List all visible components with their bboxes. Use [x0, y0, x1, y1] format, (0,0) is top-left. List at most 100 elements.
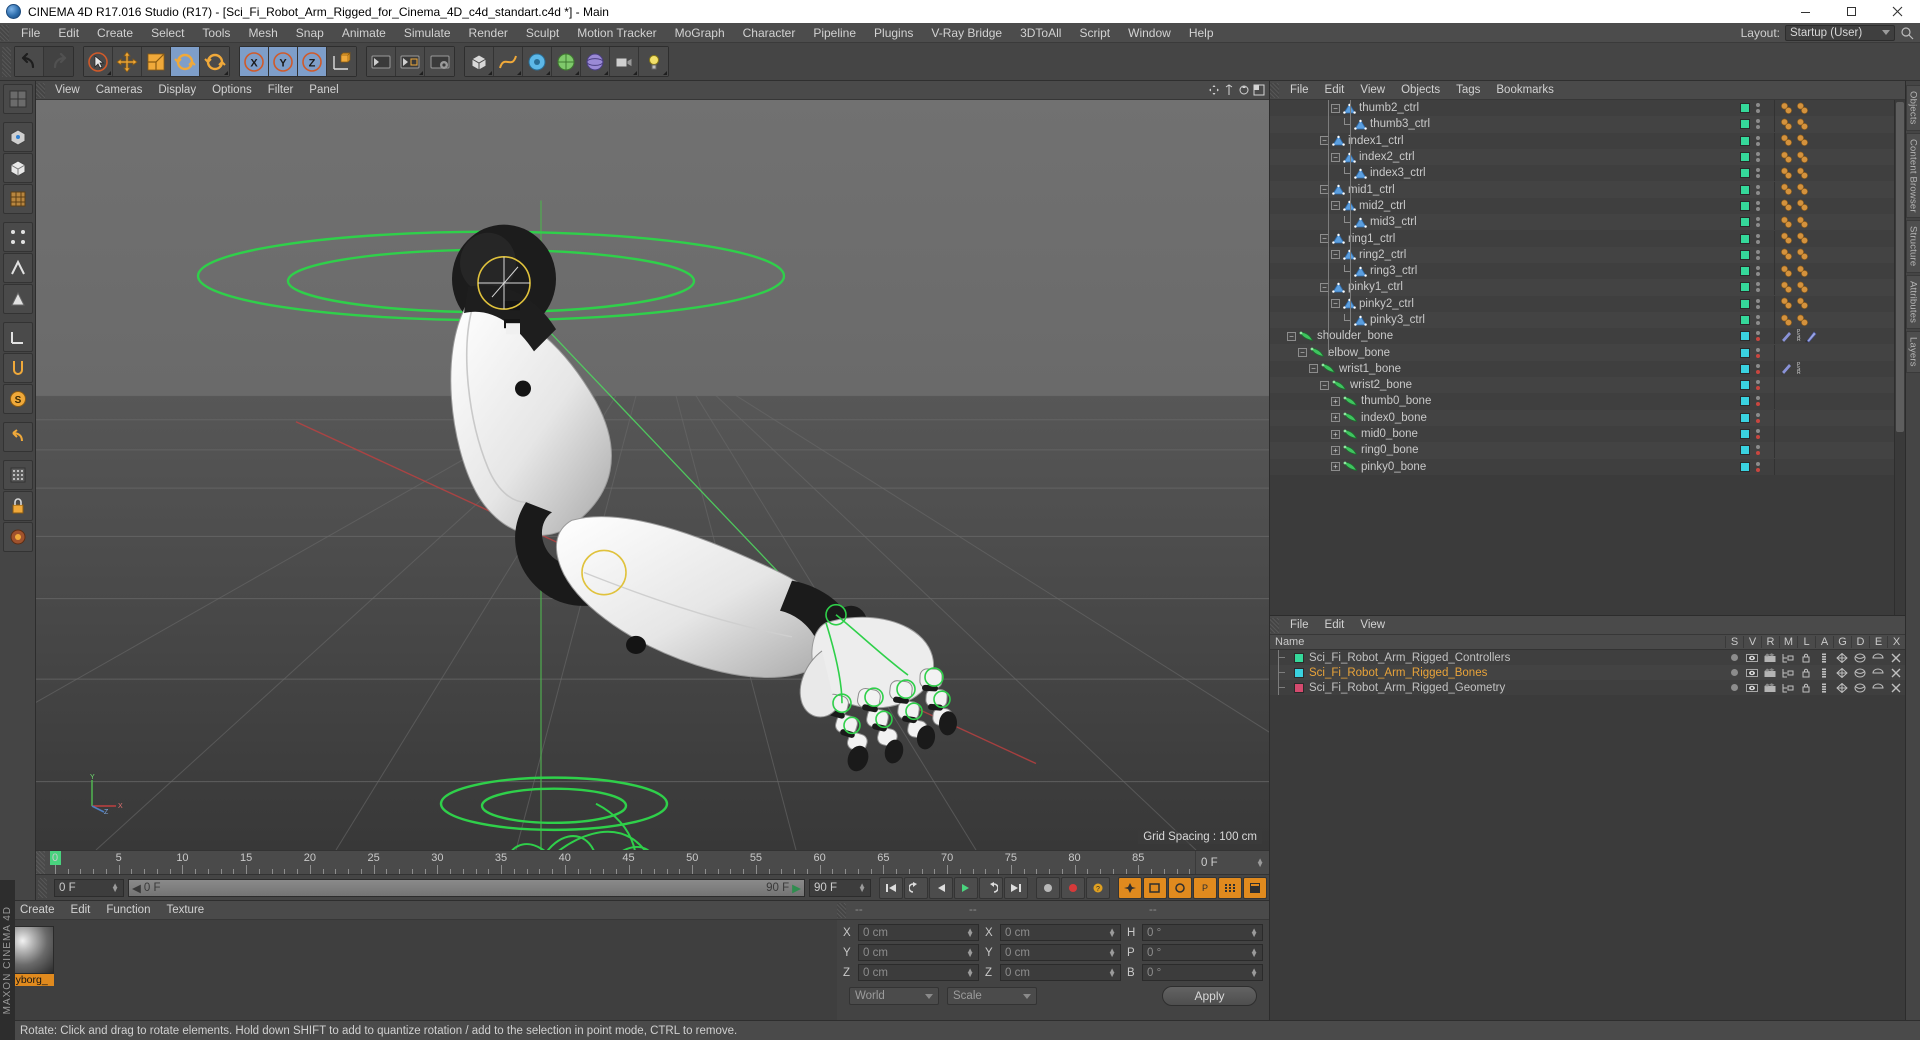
add-deformer-button[interactable] — [552, 47, 581, 76]
object-tag-column[interactable] — [1774, 458, 1894, 475]
tool-overflow-corner[interactable] — [224, 71, 228, 75]
object-tag-column[interactable] — [1774, 263, 1894, 280]
orange-ball-tag-icon[interactable] — [1796, 248, 1809, 261]
menu-vray-bridge[interactable]: V-Ray Bridge — [922, 23, 1011, 43]
undo-view-button[interactable] — [2, 422, 33, 452]
layer-table-body[interactable]: Sci_Fi_Robot_Arm_Rigged_Controllers Sci_… — [1270, 650, 1905, 695]
zoom-view-icon[interactable] — [1223, 84, 1235, 96]
layer-cell-e[interactable] — [1869, 653, 1887, 663]
object-row[interactable]: − elbow_bone — [1270, 344, 1894, 361]
side-tab-objects[interactable]: Objects — [1905, 85, 1920, 131]
menu-render[interactable]: Render — [460, 23, 517, 43]
visibility-dots[interactable] — [1756, 461, 1760, 472]
visibility-dots[interactable] — [1756, 429, 1760, 440]
deformer-icon[interactable] — [1854, 653, 1866, 663]
layer-empty-area[interactable] — [1270, 695, 1905, 1020]
object-row-tree[interactable]: − mid1_ctrl — [1270, 184, 1740, 196]
object-menu-bookmarks[interactable]: Bookmarks — [1488, 81, 1562, 100]
object-row[interactable]: + ring0_bone — [1270, 442, 1894, 459]
layer-cell-x[interactable] — [1887, 668, 1905, 678]
object-row-tree[interactable]: − shoulder_bone — [1270, 330, 1740, 342]
object-layer-color[interactable] — [1740, 249, 1750, 260]
menu-motion-tracker[interactable]: Motion Tracker — [568, 23, 665, 43]
expand-toggle[interactable]: + — [1331, 396, 1340, 406]
object-layer-color[interactable] — [1740, 233, 1750, 244]
orange-ball-tag-icon[interactable] — [1796, 167, 1809, 180]
coordinate-mode-dropdown[interactable]: Scale — [947, 987, 1037, 1005]
render-settings-button[interactable] — [425, 47, 454, 76]
orange-ball-tag-icon[interactable] — [1796, 232, 1809, 245]
timeline-track[interactable]: 051015202530354045505560657075808590 — [45, 851, 1195, 874]
position-z-input[interactable]: 0 cm ▲ ▼ — [858, 964, 979, 981]
layer-cell-l[interactable] — [1797, 653, 1815, 663]
object-row[interactable]: − wrist2_bone — [1270, 377, 1894, 394]
object-row[interactable]: mid3_ctrl — [1270, 214, 1894, 231]
stepper-icon[interactable]: ▲ ▼ — [1250, 926, 1258, 938]
tool-overflow-corner[interactable] — [663, 71, 667, 75]
timeline-grip[interactable] — [36, 851, 45, 874]
psr-constraint-tag-icon[interactable] — [1780, 330, 1793, 343]
weight-tag-icon[interactable] — [1804, 330, 1817, 343]
rotate-view-icon[interactable] — [1238, 84, 1250, 96]
manager-icon[interactable] — [1782, 668, 1794, 678]
object-row[interactable]: − thumb2_ctrl — [1270, 100, 1894, 117]
layer-cell-a[interactable] — [1815, 653, 1833, 663]
layer-cell-x[interactable] — [1887, 683, 1905, 693]
visibility-dots[interactable] — [1756, 396, 1760, 407]
object-row[interactable]: index3_ctrl — [1270, 165, 1894, 182]
viewport-menu-grip[interactable] — [36, 82, 45, 98]
object-tag-column[interactable] — [1774, 246, 1894, 263]
object-row-tree[interactable]: − wrist1_bone — [1270, 363, 1740, 375]
timeline-panel-button[interactable] — [1243, 876, 1267, 899]
object-row[interactable]: + index0_bone — [1270, 409, 1894, 426]
texture-mode-button[interactable] — [2, 184, 33, 214]
render-icon[interactable] — [1764, 667, 1776, 678]
object-row-tree[interactable]: ring3_ctrl — [1270, 265, 1740, 277]
visibility-dots[interactable] — [1756, 152, 1760, 163]
snap-button[interactable] — [2, 353, 33, 383]
menu-snap[interactable]: Snap — [287, 23, 333, 43]
object-layer-color[interactable] — [1740, 331, 1750, 342]
model-mode-button[interactable] — [2, 153, 33, 183]
expression-icon[interactable] — [1872, 668, 1884, 678]
collapse-toggle[interactable]: − — [1331, 152, 1340, 162]
menu-3dtoall[interactable]: 3DToAll — [1011, 23, 1070, 43]
axis-modify-button[interactable] — [2, 322, 33, 352]
object-layer-color[interactable] — [1740, 396, 1750, 407]
animation-icon[interactable] — [1818, 683, 1830, 693]
record-active-objects-button[interactable] — [1036, 876, 1060, 899]
object-row[interactable]: − index2_ctrl — [1270, 148, 1894, 166]
transport-grip[interactable] — [38, 877, 47, 898]
layer-cell-v[interactable] — [1743, 683, 1761, 693]
lock-x-axis-button[interactable]: X — [240, 47, 269, 76]
object-tag-column[interactable] — [1774, 377, 1894, 394]
rotation-p-input[interactable]: 0 ° ▲ ▼ — [1142, 944, 1263, 961]
size-z-input[interactable]: 0 cm ▲ ▼ — [1000, 964, 1121, 981]
add-environment-button[interactable] — [581, 47, 610, 76]
object-row-tree[interactable]: + ring0_bone — [1270, 444, 1740, 456]
param-key-button[interactable]: P — [1193, 876, 1217, 899]
visibility-icon[interactable] — [1746, 653, 1758, 663]
viewport-solo-button[interactable] — [2, 522, 33, 552]
orange-ball-tag-icon[interactable] — [1796, 314, 1809, 327]
object-tag-column[interactable] — [1774, 279, 1894, 296]
expression-icon[interactable] — [1872, 653, 1884, 663]
menu-plugins[interactable]: Plugins — [865, 23, 922, 43]
add-camera-button[interactable] — [610, 47, 639, 76]
object-tag-column[interactable] — [1774, 165, 1894, 182]
move-tool[interactable] — [113, 47, 142, 76]
polygons-mode-button[interactable] — [2, 284, 33, 314]
layer-cell-v[interactable] — [1743, 653, 1761, 663]
tool-overflow-corner[interactable] — [604, 71, 608, 75]
object-tag-column[interactable] — [1774, 132, 1894, 149]
rotation-h-input[interactable]: 0 ° ▲ ▼ — [1142, 924, 1263, 941]
menu-grip[interactable] — [0, 24, 9, 41]
visibility-icon[interactable] — [1746, 668, 1758, 678]
play-backward-button[interactable] — [929, 876, 953, 899]
viewport-menu-panel[interactable]: Panel — [301, 81, 346, 100]
orange-ball-tag-icon[interactable] — [1796, 183, 1809, 196]
visibility-dots[interactable] — [1756, 249, 1760, 260]
point-level-key-button[interactable] — [1218, 876, 1242, 899]
menu-select[interactable]: Select — [142, 23, 193, 43]
object-row-tree[interactable]: − mid2_ctrl — [1270, 200, 1740, 212]
